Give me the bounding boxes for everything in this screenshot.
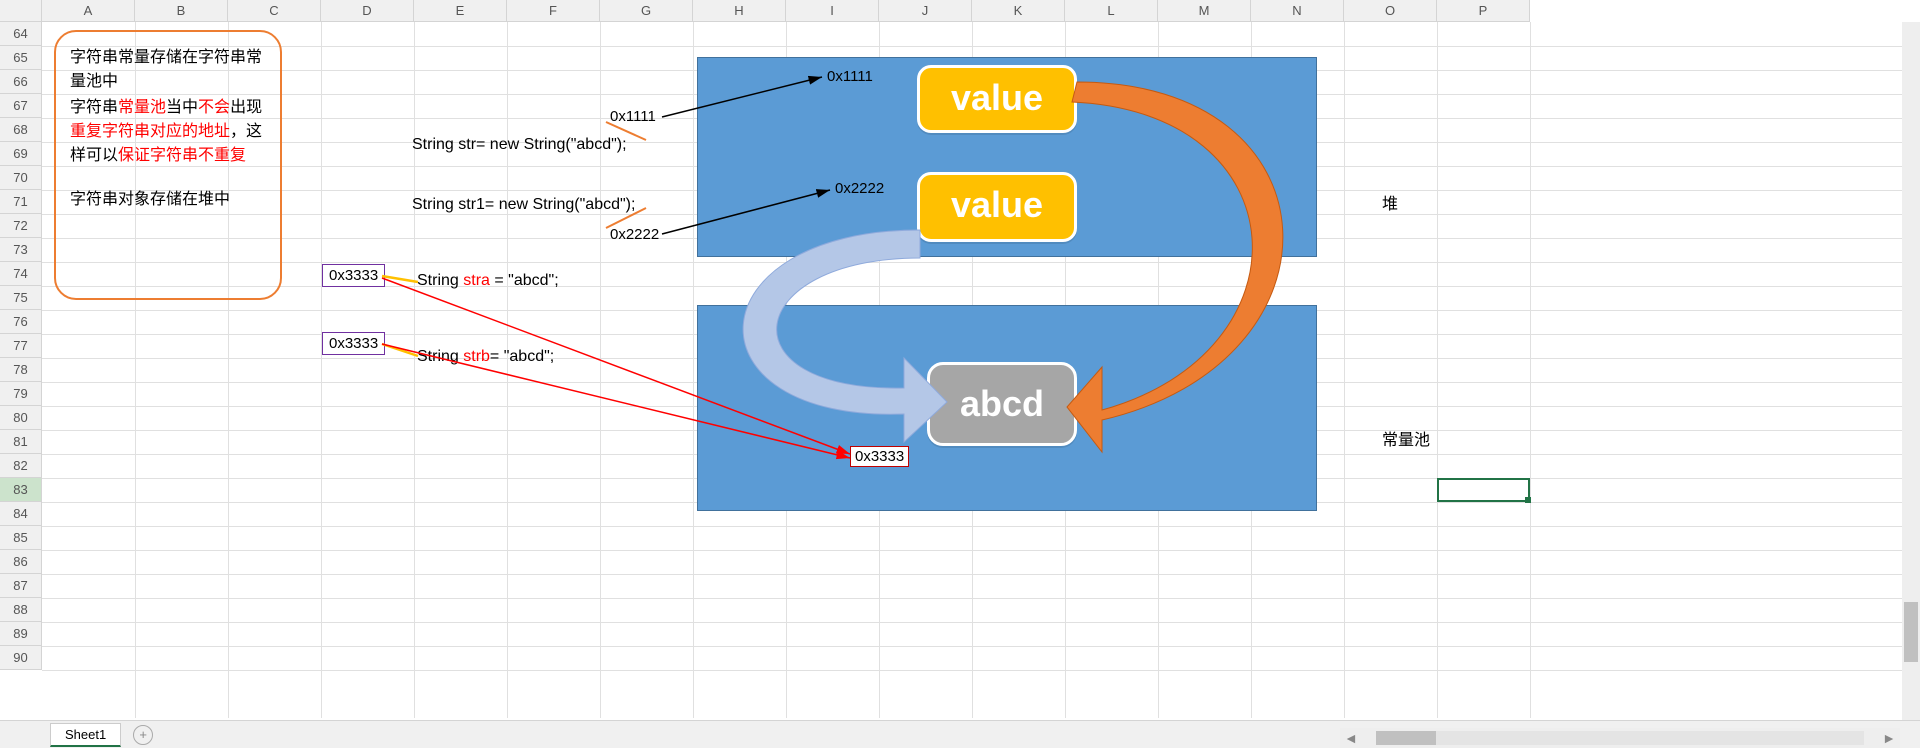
column-header-H[interactable]: H [693, 0, 786, 22]
column-header-D[interactable]: D [321, 0, 414, 22]
explanation-callout: 字符串常量存储在字符串常量池中 字符串常量池当中不会出现重复字符串对应的地址，这… [54, 30, 282, 300]
row-header-75[interactable]: 75 [0, 286, 42, 310]
pool-label: 常量池 [1382, 426, 1430, 450]
abcd-box: abcd [927, 362, 1077, 446]
note-line-1: 字符串常量存储在字符串常量池中 [70, 46, 266, 94]
row-header-70[interactable]: 70 [0, 166, 42, 190]
column-header-N[interactable]: N [1251, 0, 1344, 22]
code-strb: String strb= "abcd"; [417, 348, 554, 366]
row-header-88[interactable]: 88 [0, 598, 42, 622]
column-header-P[interactable]: P [1437, 0, 1530, 22]
column-header-M[interactable]: M [1158, 0, 1251, 22]
column-header-C[interactable]: C [228, 0, 321, 22]
row-header-83[interactable]: 83 [0, 478, 42, 502]
addr-0x2222-target: 0x2222 [835, 180, 884, 197]
horizontal-scrollbar-thumb[interactable] [1376, 731, 1436, 745]
row-header-80[interactable]: 80 [0, 406, 42, 430]
note-line-3: 字符串对象存储在堆中 [70, 188, 266, 212]
row-header-90[interactable]: 90 [0, 646, 42, 670]
value-box-1: value [917, 65, 1077, 133]
note-line-2: 字符串常量池当中不会出现重复字符串对应的地址，这样可以保证字符串不重复 [70, 96, 266, 168]
column-headers: ABCDEFGHIJKLMNOP [42, 0, 1530, 22]
row-header-77[interactable]: 77 [0, 334, 42, 358]
row-header-79[interactable]: 79 [0, 382, 42, 406]
code-str: String str= new String("abcd"); [412, 136, 627, 154]
row-header-67[interactable]: 67 [0, 94, 42, 118]
addr-0x3333-strb: 0x3333 [322, 332, 385, 355]
row-header-84[interactable]: 84 [0, 502, 42, 526]
worksheet-grid[interactable]: value value abcd 字符串常量存储在字符串常量池中 字符串常量池当… [42, 22, 1902, 718]
column-header-E[interactable]: E [414, 0, 507, 22]
row-header-78[interactable]: 78 [0, 358, 42, 382]
row-header-81[interactable]: 81 [0, 430, 42, 454]
row-header-76[interactable]: 76 [0, 310, 42, 334]
vertical-scrollbar[interactable] [1902, 22, 1920, 720]
row-header-74[interactable]: 74 [0, 262, 42, 286]
row-header-87[interactable]: 87 [0, 574, 42, 598]
row-header-66[interactable]: 66 [0, 70, 42, 94]
addr-0x1111-target: 0x1111 [827, 68, 873, 85]
row-header-64[interactable]: 64 [0, 22, 42, 46]
add-sheet-button[interactable]: + [133, 725, 153, 745]
row-header-68[interactable]: 68 [0, 118, 42, 142]
row-headers: 6465666768697071727374757677787980818283… [0, 22, 42, 670]
select-all-corner[interactable] [0, 0, 42, 22]
row-header-69[interactable]: 69 [0, 142, 42, 166]
column-header-F[interactable]: F [507, 0, 600, 22]
addr-0x1111-source: 0x1111 [610, 108, 656, 125]
row-header-85[interactable]: 85 [0, 526, 42, 550]
code-str1: String str1= new String("abcd"); [412, 196, 635, 214]
row-header-82[interactable]: 82 [0, 454, 42, 478]
column-header-O[interactable]: O [1344, 0, 1437, 22]
row-header-65[interactable]: 65 [0, 46, 42, 70]
row-header-73[interactable]: 73 [0, 238, 42, 262]
value-box-2: value [917, 172, 1077, 242]
column-header-I[interactable]: I [786, 0, 879, 22]
vertical-scrollbar-thumb[interactable] [1904, 602, 1918, 662]
column-header-B[interactable]: B [135, 0, 228, 22]
row-header-72[interactable]: 72 [0, 214, 42, 238]
column-header-J[interactable]: J [879, 0, 972, 22]
cell-cursor [1437, 478, 1530, 502]
horizontal-scrollbar[interactable]: ◄ ► [1340, 728, 1900, 748]
column-header-K[interactable]: K [972, 0, 1065, 22]
addr-0x2222-source: 0x2222 [610, 226, 659, 243]
addr-0x3333-stra: 0x3333 [322, 264, 385, 287]
column-header-G[interactable]: G [600, 0, 693, 22]
row-header-71[interactable]: 71 [0, 190, 42, 214]
addr-0x3333-target: 0x3333 [850, 446, 909, 467]
column-header-L[interactable]: L [1065, 0, 1158, 22]
sheet-tab-sheet1[interactable]: Sheet1 [50, 723, 121, 747]
row-header-89[interactable]: 89 [0, 622, 42, 646]
row-header-86[interactable]: 86 [0, 550, 42, 574]
heap-label: 堆 [1382, 190, 1398, 214]
code-stra: String stra = "abcd"; [417, 272, 559, 290]
sheet-tab-bar: Sheet1 + ◄ ► [0, 720, 1920, 748]
column-header-A[interactable]: A [42, 0, 135, 22]
